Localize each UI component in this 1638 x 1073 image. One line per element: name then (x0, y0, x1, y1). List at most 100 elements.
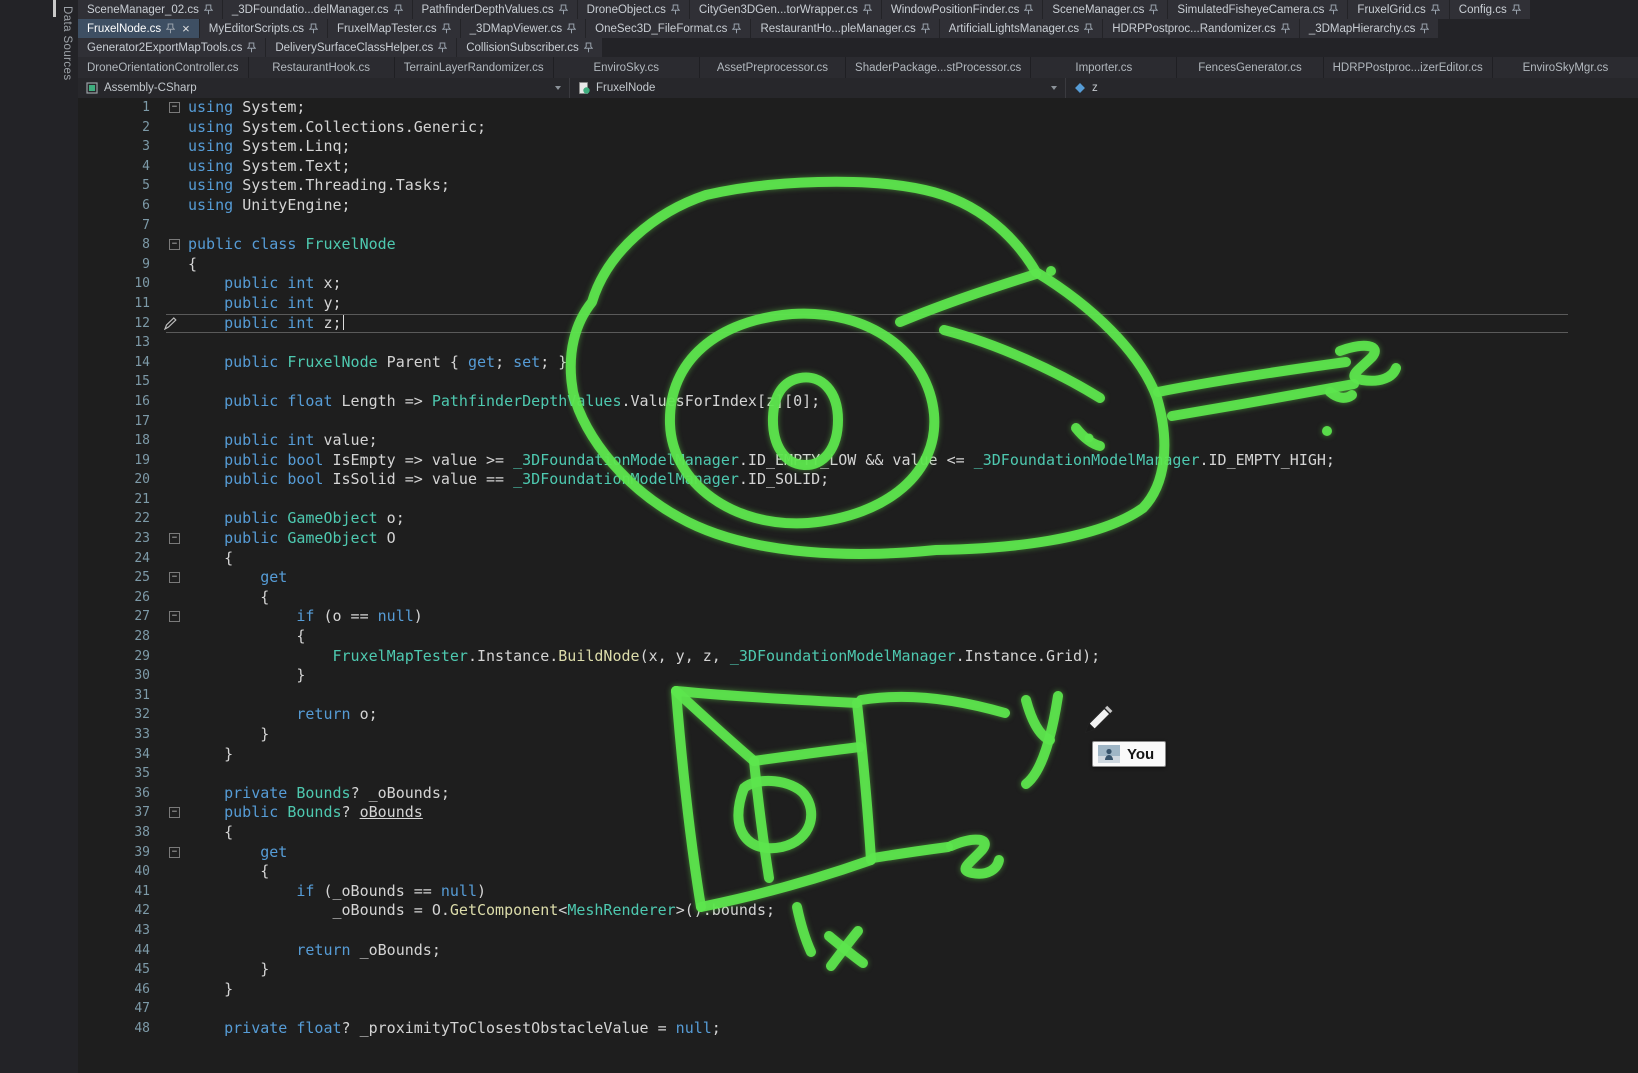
tab--3dmaphierarchy-cs[interactable]: _3DMapHierarchy.cs (1300, 19, 1439, 38)
fold-collapse-icon[interactable]: − (169, 239, 180, 250)
code-line-3[interactable]: 3using System.Linq; (78, 137, 1638, 157)
tab-enviroskymgr-cs[interactable]: EnviroSkyMgr.cs (1493, 57, 1638, 78)
tab-collisionsubscriber-cs[interactable]: CollisionSubscriber.cs (457, 38, 602, 57)
pin-icon[interactable] (921, 23, 930, 34)
fold-collapse-icon[interactable]: − (169, 102, 180, 113)
tab-config-cs[interactable]: Config.cs (1450, 0, 1530, 19)
pin-icon[interactable] (863, 4, 872, 15)
code-line-35[interactable]: 35 (78, 764, 1638, 784)
tab-hdrppostproc-randomizer-cs[interactable]: HDRPPostproc...Randomizer.cs (1103, 19, 1299, 38)
code-line-10[interactable]: 10 public int x; (78, 274, 1638, 294)
tab-generator2exportmaptools-cs[interactable]: Generator2ExportMapTools.cs (78, 38, 265, 57)
code-line-42[interactable]: 42 _oBounds = O.GetComponent<MeshRendere… (78, 901, 1638, 921)
tab-myeditorscripts-cs[interactable]: MyEditorScripts.cs (200, 19, 327, 38)
fold-collapse-icon[interactable]: − (169, 611, 180, 622)
tab-simulatedfisheyecamera-cs[interactable]: SimulatedFisheyeCamera.cs (1168, 0, 1347, 19)
code-editor[interactable]: 1−using System;2using System.Collections… (78, 98, 1638, 1073)
project-dropdown[interactable]: Assembly-CSharp (78, 78, 570, 98)
code-line-6[interactable]: 6using UnityEngine; (78, 196, 1638, 216)
tab-fruxelmaptester-cs[interactable]: FruxelMapTester.cs (328, 19, 460, 38)
code-line-31[interactable]: 31 (78, 686, 1638, 706)
code-line-2[interactable]: 2using System.Collections.Generic; (78, 118, 1638, 138)
tab-restaurantho-plemanager-cs[interactable]: RestaurantHo...pleManager.cs (751, 19, 938, 38)
tab-citygen3dgen-torwrapper-cs[interactable]: CityGen3DGen...torWrapper.cs (690, 0, 881, 19)
fold-collapse-icon[interactable]: − (169, 533, 180, 544)
tab--3dmapviewer-cs[interactable]: _3DMapViewer.cs (461, 19, 585, 38)
code-line-11[interactable]: 11 public int y; (78, 294, 1638, 314)
pin-icon[interactable] (1420, 23, 1429, 34)
code-line-28[interactable]: 28 { (78, 627, 1638, 647)
pin-icon[interactable] (1281, 23, 1290, 34)
code-line-46[interactable]: 46 } (78, 980, 1638, 1000)
pin-icon[interactable] (1149, 4, 1158, 15)
code-line-1[interactable]: 1−using System; (78, 98, 1638, 118)
tab-assetpreprocessor-cs[interactable]: AssetPreprocessor.cs (700, 57, 845, 78)
tab-envirosky-cs[interactable]: EnviroSky.cs (554, 57, 699, 78)
pin-icon[interactable] (309, 23, 318, 34)
code-line-41[interactable]: 41 if (_oBounds == null) (78, 882, 1638, 902)
code-line-13[interactable]: 13 (78, 333, 1638, 353)
code-line-27[interactable]: 27− if (o == null) (78, 607, 1638, 627)
tab-scenemanager-cs[interactable]: SceneManager.cs (1043, 0, 1167, 19)
pin-icon[interactable] (1512, 4, 1521, 15)
code-line-44[interactable]: 44 return _oBounds; (78, 941, 1638, 961)
pin-icon[interactable] (584, 42, 593, 53)
pin-icon[interactable] (442, 23, 451, 34)
pin-icon[interactable] (732, 23, 741, 34)
tab-fruxelgrid-cs[interactable]: FruxelGrid.cs (1348, 0, 1448, 19)
code-line-43[interactable]: 43 (78, 921, 1638, 941)
code-line-40[interactable]: 40 { (78, 862, 1638, 882)
pin-icon[interactable] (166, 23, 175, 34)
type-dropdown[interactable]: FruxelNode (570, 78, 1066, 98)
tab-windowpositionfinder-cs[interactable]: WindowPositionFinder.cs (882, 0, 1042, 19)
code-line-24[interactable]: 24 { (78, 549, 1638, 569)
code-line-12[interactable]: 12 public int z; (78, 314, 1638, 334)
code-line-16[interactable]: 16 public float Length => PathfinderDept… (78, 392, 1638, 412)
tab-pathfinderdepthvalues-cs[interactable]: PathfinderDepthValues.cs (413, 0, 577, 19)
pin-icon[interactable] (247, 42, 256, 53)
code-line-8[interactable]: 8−public class FruxelNode (78, 235, 1638, 255)
tab-droneobject-cs[interactable]: DroneObject.cs (578, 0, 689, 19)
code-line-30[interactable]: 30 } (78, 666, 1638, 686)
tab-importer-cs[interactable]: Importer.cs (1031, 57, 1176, 78)
code-line-14[interactable]: 14 public FruxelNode Parent { get; set; … (78, 353, 1638, 373)
tab-droneorientationcontroller-cs[interactable]: DroneOrientationController.cs (78, 57, 248, 78)
code-line-23[interactable]: 23− public GameObject O (78, 529, 1638, 549)
code-line-25[interactable]: 25− get (78, 568, 1638, 588)
tab-hdrppostproc-izereditor-cs[interactable]: HDRPPostproc...izerEditor.cs (1324, 57, 1492, 78)
pin-icon[interactable] (1431, 4, 1440, 15)
code-line-26[interactable]: 26 { (78, 588, 1638, 608)
tab--3dfoundatio-delmanager-cs[interactable]: _3DFoundatio...delManager.cs (223, 0, 412, 19)
code-line-15[interactable]: 15 (78, 372, 1638, 392)
code-line-21[interactable]: 21 (78, 490, 1638, 510)
tab-fruxelnode-cs[interactable]: FruxelNode.cs× (78, 19, 199, 38)
tab-fencesgenerator-cs[interactable]: FencesGenerator.cs (1177, 57, 1322, 78)
code-line-38[interactable]: 38 { (78, 823, 1638, 843)
code-line-19[interactable]: 19 public bool IsEmpty => value >= _3DFo… (78, 451, 1638, 471)
tab-terrainlayerrandomizer-cs[interactable]: TerrainLayerRandomizer.cs (395, 57, 553, 78)
code-line-34[interactable]: 34 } (78, 745, 1638, 765)
fold-collapse-icon[interactable]: − (169, 572, 180, 583)
pin-icon[interactable] (438, 42, 447, 53)
tab-onesec3d-fileformat-cs[interactable]: OneSec3D_FileFormat.cs (586, 19, 750, 38)
pin-icon[interactable] (394, 4, 403, 15)
code-line-18[interactable]: 18 public int value; (78, 431, 1638, 451)
data-sources-tool-tab[interactable]: Data Sources (61, 6, 73, 80)
code-line-47[interactable]: 47 (78, 999, 1638, 1019)
code-line-37[interactable]: 37− public Bounds? oBounds (78, 803, 1638, 823)
code-line-36[interactable]: 36 private Bounds? _oBounds; (78, 784, 1638, 804)
pin-icon[interactable] (559, 4, 568, 15)
pin-icon[interactable] (567, 23, 576, 34)
code-line-48[interactable]: 48 private float? _proximityToClosestObs… (78, 1019, 1638, 1039)
tab-shaderpackage-stprocessor-cs[interactable]: ShaderPackage...stProcessor.cs (846, 57, 1030, 78)
member-dropdown[interactable]: z (1066, 78, 1638, 98)
code-line-45[interactable]: 45 } (78, 960, 1638, 980)
fold-collapse-icon[interactable]: − (169, 807, 180, 818)
pin-icon[interactable] (1024, 4, 1033, 15)
fold-collapse-icon[interactable]: − (169, 847, 180, 858)
code-line-5[interactable]: 5using System.Threading.Tasks; (78, 176, 1638, 196)
pin-icon[interactable] (1329, 4, 1338, 15)
code-line-29[interactable]: 29 FruxelMapTester.Instance.BuildNode(x,… (78, 647, 1638, 667)
pin-icon[interactable] (204, 4, 213, 15)
tab-restauranthook-cs[interactable]: RestaurantHook.cs (249, 57, 394, 78)
